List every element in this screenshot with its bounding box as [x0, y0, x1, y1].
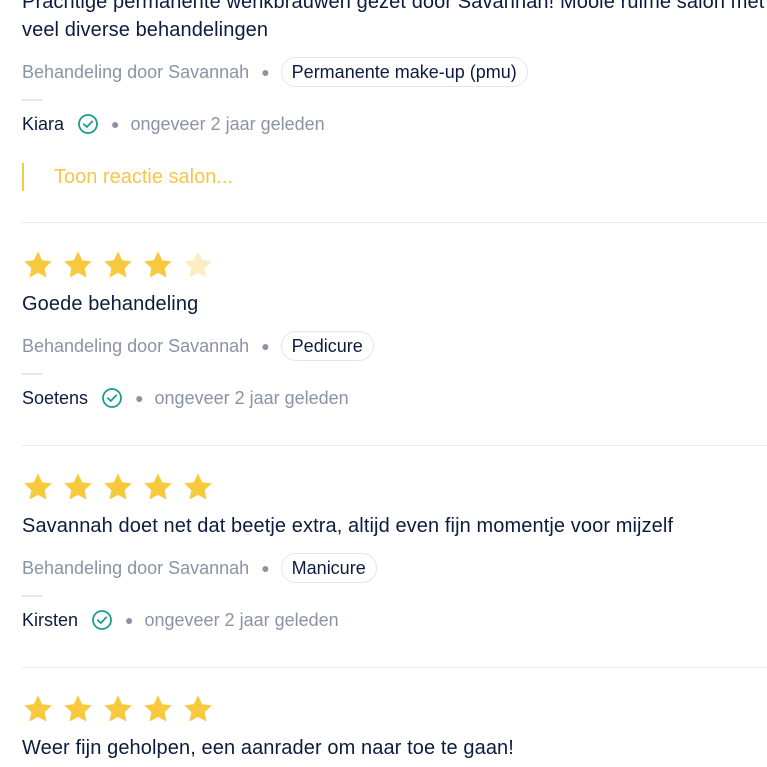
- review-card: Goede behandeling Behandeling door Savan…: [22, 248, 767, 411]
- author-name: Kirsten: [22, 609, 79, 630]
- treatment-row: Behandeling door Savannah ● Manicure: [22, 553, 767, 583]
- star-icon: [62, 249, 94, 281]
- review-text: Goede behandeling: [22, 293, 199, 315]
- separator-dot: ●: [125, 612, 134, 628]
- star-icon: [182, 471, 214, 503]
- author-name: Soetens: [22, 387, 89, 408]
- treatment-badge[interactable]: Permanente make-up (pmu): [280, 57, 528, 87]
- review-text: Prachtige permanente wenkbrauwen gezet d…: [22, 0, 765, 41]
- star-icon: [62, 471, 94, 503]
- star-rating: [22, 692, 767, 726]
- review-divider: [22, 445, 767, 446]
- star-icon: [142, 471, 174, 503]
- treatment-by: Behandeling door Savannah: [22, 61, 250, 82]
- star-icon: [102, 693, 134, 725]
- treatment-by: Behandeling door Savannah: [22, 557, 250, 578]
- star-icon: [182, 693, 214, 725]
- star-icon: [102, 471, 134, 503]
- separator-dot: ●: [111, 116, 120, 132]
- treatment-by: Behandeling door Savannah: [22, 335, 250, 356]
- review-time: ongeveer 2 jaar geleden: [154, 387, 349, 408]
- star-rating: [22, 470, 767, 504]
- author-row: Kirsten ● ongeveer 2 jaar geleden: [22, 607, 767, 633]
- review-time: ongeveer 2 jaar geleden: [144, 609, 339, 630]
- short-divider: [22, 99, 42, 101]
- verified-check-icon: [91, 609, 113, 631]
- star-empty-icon: [182, 249, 214, 281]
- separator-dot: ●: [261, 64, 270, 80]
- author-name: Kiara: [22, 113, 65, 134]
- review-text: Weer fijn geholpen, een aanrader om naar…: [22, 737, 514, 759]
- verified-check-icon: [77, 113, 99, 135]
- star-icon: [102, 249, 134, 281]
- star-icon: [142, 693, 174, 725]
- review-card: Weer fijn geholpen, een aanrader om naar…: [22, 692, 767, 762]
- review-card: Savannah doet net dat beetje extra, alti…: [22, 470, 767, 633]
- reviews-list: Prachtige permanente wenkbrauwen gezet d…: [0, 0, 767, 767]
- treatment-row: Behandeling door Savannah ● Pedicure: [22, 331, 767, 361]
- star-icon: [22, 249, 54, 281]
- short-divider: [22, 595, 42, 597]
- author-row: Kiara ● ongeveer 2 jaar geleden: [22, 111, 767, 137]
- review-divider: [22, 222, 767, 223]
- author-row: Soetens ● ongeveer 2 jaar geleden: [22, 385, 767, 411]
- separator-dot: ●: [135, 390, 144, 406]
- short-divider: [22, 373, 42, 375]
- treatment-row: Behandeling door Savannah ● Permanente m…: [22, 57, 767, 87]
- star-icon: [22, 471, 54, 503]
- treatment-badge[interactable]: Manicure: [280, 553, 377, 583]
- verified-check-icon: [101, 387, 123, 409]
- show-salon-reaction-link[interactable]: Toon reactie salon...: [22, 163, 233, 191]
- review-card: Prachtige permanente wenkbrauwen gezet d…: [22, 0, 767, 137]
- review-text: Savannah doet net dat beetje extra, alti…: [22, 515, 674, 537]
- star-icon: [142, 249, 174, 281]
- review-time: ongeveer 2 jaar geleden: [130, 113, 325, 134]
- separator-dot: ●: [261, 338, 270, 354]
- star-icon: [62, 693, 94, 725]
- separator-dot: ●: [261, 560, 270, 576]
- review-divider: [22, 667, 767, 668]
- star-icon: [22, 693, 54, 725]
- star-rating: [22, 248, 767, 282]
- treatment-badge[interactable]: Pedicure: [280, 331, 374, 361]
